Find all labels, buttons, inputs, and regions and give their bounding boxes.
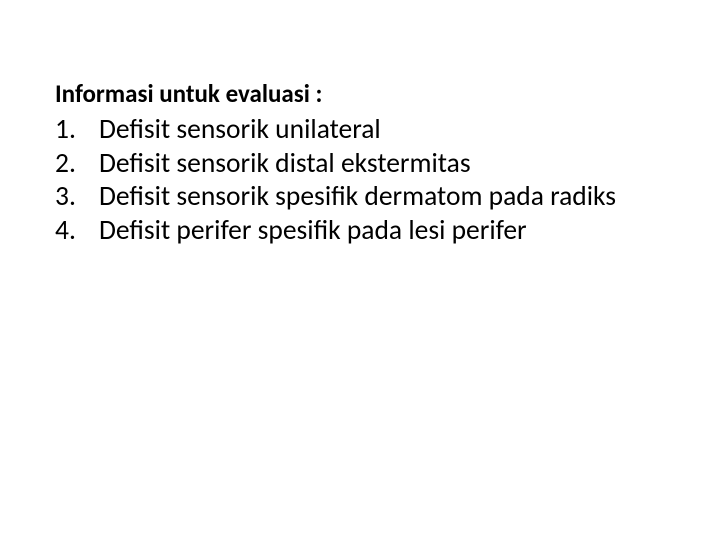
list-item-text: Defisit sensorik distal ekstermitas [99,147,665,181]
numbered-list: 1. Defisit sensorik unilateral 2. Defisi… [55,113,665,247]
list-item: 2. Defisit sensorik distal ekstermitas [55,147,665,181]
list-item-number: 1. [55,113,99,147]
list-item-number: 2. [55,147,99,181]
list-item-number: 4. [55,214,99,248]
slide-heading: Informasi untuk evaluasi : [55,78,665,109]
list-item: 1. Defisit sensorik unilateral [55,113,665,147]
list-item-text: Defisit sensorik spesifik dermatom pada … [99,180,665,214]
list-item-number: 3. [55,180,99,214]
list-item-text: Defisit perifer spesifik pada lesi perif… [99,214,665,248]
list-item: 3. Defisit sensorik spesifik dermatom pa… [55,180,665,214]
slide: Informasi untuk evaluasi : 1. Defisit se… [0,0,720,540]
list-item-text: Defisit sensorik unilateral [99,113,665,147]
list-item: 4. Defisit perifer spesifik pada lesi pe… [55,214,665,248]
